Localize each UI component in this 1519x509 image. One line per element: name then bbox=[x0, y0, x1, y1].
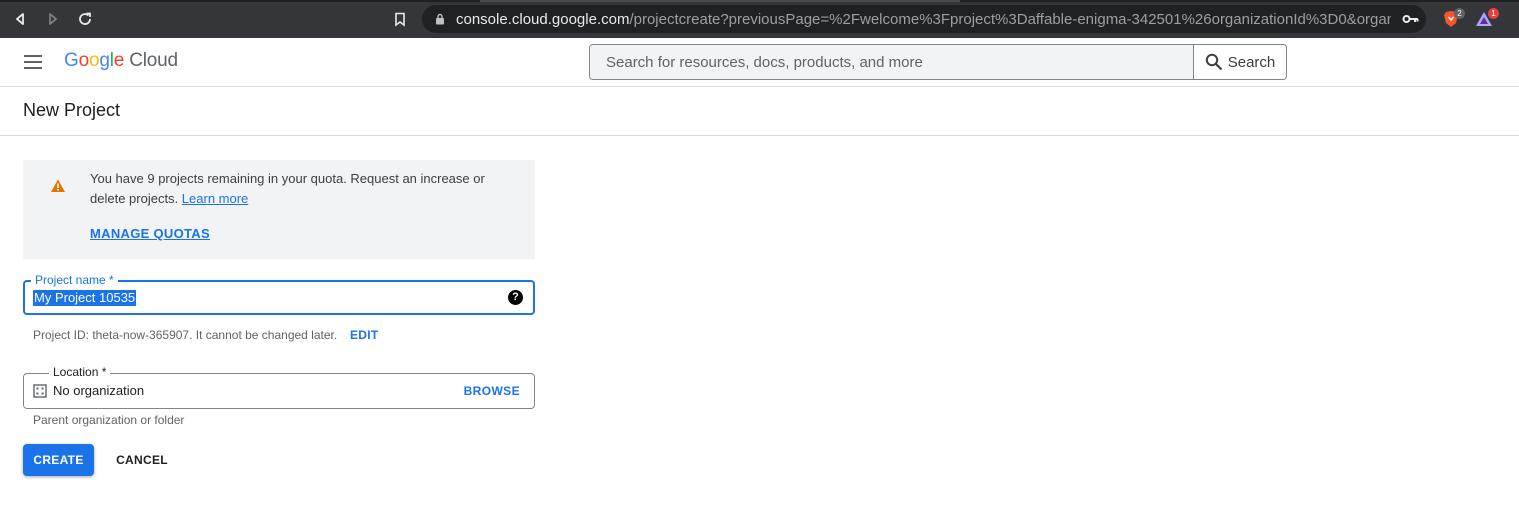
browser-toolbar: console.cloud.google.com/projectcreate?p… bbox=[0, 0, 1519, 38]
create-button[interactable]: CREATE bbox=[23, 444, 94, 476]
brave-shield-badge: 2 bbox=[1454, 8, 1465, 19]
project-name-label: Project name * bbox=[31, 272, 118, 288]
logo-letter: G bbox=[64, 50, 79, 71]
location-helper-text: Parent organization or folder bbox=[33, 413, 185, 427]
manage-quotas-link[interactable]: MANAGE QUOTAS bbox=[90, 226, 210, 241]
logo-letter: e bbox=[113, 50, 125, 71]
page-title-bar: New Project bbox=[0, 87, 1519, 136]
location-label: Location * bbox=[49, 364, 111, 380]
google-cloud-logo[interactable]: Google Cloud bbox=[64, 50, 178, 72]
location-field[interactable]: Location * No organization BROWSE bbox=[23, 364, 535, 409]
console-header: Google Cloud Search bbox=[0, 38, 1519, 87]
page-title: New Project bbox=[23, 100, 121, 120]
logo-product: Cloud bbox=[129, 50, 178, 71]
search-icon bbox=[1205, 53, 1223, 71]
browse-button[interactable]: BROWSE bbox=[464, 384, 520, 398]
url-path: /projectcreate?previousPage=%2Fwelcome%3… bbox=[629, 11, 1391, 28]
quota-message: You have 9 projects remaining in your qu… bbox=[90, 169, 510, 209]
forward-icon[interactable] bbox=[43, 9, 63, 29]
project-name-input[interactable]: My Project 10535 bbox=[33, 290, 137, 306]
organization-icon bbox=[33, 384, 47, 398]
key-icon[interactable] bbox=[1401, 9, 1421, 29]
logo-letter: o bbox=[78, 50, 90, 71]
warning-icon bbox=[51, 179, 65, 192]
active-tab-edge bbox=[480, 0, 960, 2]
quota-message-text: You have 9 projects remaining in your qu… bbox=[90, 171, 485, 206]
project-id-text: Project ID: theta-now-365907. It cannot … bbox=[33, 328, 338, 342]
logo-letter: o bbox=[88, 50, 100, 71]
search-bar: Search bbox=[589, 44, 1287, 80]
location-value: No organization bbox=[53, 383, 145, 398]
reload-icon[interactable] bbox=[75, 9, 95, 29]
search-button[interactable]: Search bbox=[1193, 45, 1286, 79]
edit-project-id-button[interactable]: EDIT bbox=[350, 328, 379, 342]
brave-rewards-badge: 1 bbox=[1488, 8, 1499, 19]
search-button-label: Search bbox=[1227, 53, 1276, 71]
lock-icon[interactable] bbox=[430, 9, 450, 29]
back-icon[interactable] bbox=[10, 9, 30, 29]
bookmark-icon[interactable] bbox=[390, 9, 410, 29]
help-icon[interactable]: ? bbox=[508, 290, 523, 305]
menu-icon[interactable] bbox=[22, 53, 44, 71]
project-name-field[interactable]: Project name * My Project 10535 ? bbox=[23, 272, 535, 315]
search-input[interactable] bbox=[590, 45, 1193, 79]
learn-more-link[interactable]: Learn more bbox=[182, 191, 248, 206]
url-text[interactable]: console.cloud.google.com/projectcreate?p… bbox=[456, 11, 1391, 28]
logo-letter: g bbox=[99, 50, 110, 71]
url-host: console.cloud.google.com bbox=[456, 11, 630, 28]
cancel-button[interactable]: CANCEL bbox=[106, 444, 178, 476]
quota-warning: You have 9 projects remaining in your qu… bbox=[23, 160, 535, 259]
